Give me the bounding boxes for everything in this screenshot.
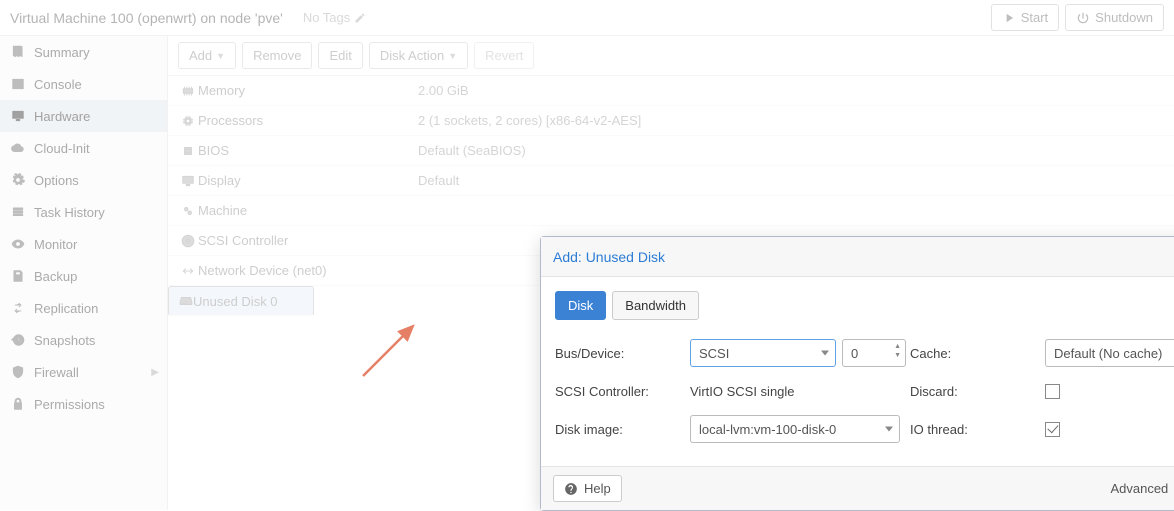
cloud-icon (10, 140, 26, 156)
shutdown-button[interactable]: Shutdown (1065, 4, 1164, 31)
help-label: Help (584, 481, 611, 496)
sidebar-item-replication[interactable]: Replication (0, 292, 167, 324)
discard-label: Discard: (910, 384, 1045, 399)
sidebar-item-label: Backup (34, 269, 77, 284)
eye-icon (10, 236, 26, 252)
iothread-label: IO thread: (910, 422, 1045, 437)
iothread-checkbox[interactable] (1045, 422, 1060, 437)
lock-icon (10, 396, 26, 412)
swap-icon (10, 300, 26, 316)
start-button[interactable]: Start (991, 4, 1059, 31)
sidebar-item-console[interactable]: Console (0, 68, 167, 100)
sidebar-item-label: Snapshots (34, 333, 95, 348)
cache-label: Cache: (910, 346, 1045, 361)
sidebar-item-hardware[interactable]: Hardware (0, 100, 167, 132)
sidebar-item-summary[interactable]: Summary (0, 36, 167, 68)
page-title: Virtual Machine 100 (openwrt) on node 'p… (10, 10, 283, 26)
no-tags-text: No Tags (303, 10, 350, 25)
advanced-label: Advanced (1110, 481, 1168, 496)
discard-checkbox[interactable] (1045, 384, 1060, 399)
shield-icon (10, 364, 26, 380)
sidebar-item-label: Cloud-Init (34, 141, 90, 156)
monitor-icon (10, 108, 26, 124)
sidebar-item-options[interactable]: Options (0, 164, 167, 196)
scsi-controller-value: VirtIO SCSI single (690, 384, 910, 399)
sidebar-item-label: Console (34, 77, 82, 92)
list-icon (10, 204, 26, 220)
sidebar-item-label: Summary (34, 45, 90, 60)
disk-image-select[interactable]: local-lvm:vm-100-disk-0 (690, 415, 900, 443)
save-icon (10, 268, 26, 284)
sidebar-item-cloud-init[interactable]: Cloud-Init (0, 132, 167, 164)
tab-bandwidth[interactable]: Bandwidth (612, 291, 699, 320)
help-icon (564, 482, 578, 496)
book-icon (10, 44, 26, 60)
sidebar-item-task-history[interactable]: Task History (0, 196, 167, 228)
shutdown-label: Shutdown (1095, 10, 1153, 25)
help-button[interactable]: Help (553, 475, 622, 502)
pencil-icon (354, 12, 366, 24)
history-icon (10, 332, 26, 348)
start-label: Start (1021, 10, 1048, 25)
sidebar-item-monitor[interactable]: Monitor (0, 228, 167, 260)
sidebar: Summary Console Hardware Cloud-Init Options T… (0, 36, 168, 510)
gear-icon (10, 172, 26, 188)
sidebar-item-label: Permissions (34, 397, 105, 412)
cache-select[interactable]: Default (No cache) (1045, 339, 1174, 367)
terminal-icon (10, 76, 26, 92)
disk-image-label: Disk image: (555, 422, 690, 437)
sidebar-item-label: Options (34, 173, 79, 188)
bus-select[interactable]: SCSI (690, 339, 836, 367)
scsi-controller-label: SCSI Controller: (555, 384, 690, 399)
sidebar-item-label: Firewall (34, 365, 79, 380)
sidebar-item-label: Replication (34, 301, 98, 316)
sidebar-item-label: Hardware (34, 109, 90, 124)
sidebar-item-label: Monitor (34, 237, 77, 252)
sidebar-item-snapshots[interactable]: Snapshots (0, 324, 167, 356)
bus-device-label: Bus/Device: (555, 346, 690, 361)
sidebar-item-permissions[interactable]: Permissions (0, 388, 167, 420)
sidebar-item-backup[interactable]: Backup (0, 260, 167, 292)
chevron-right-icon: ▶ (151, 367, 159, 378)
tab-disk[interactable]: Disk (555, 291, 606, 320)
sidebar-item-label: Task History (34, 205, 105, 220)
device-number-input[interactable]: 0▲▼ (842, 339, 906, 367)
dialog-title: Add: Unused Disk (553, 249, 665, 265)
add-unused-disk-dialog: Add: Unused Disk Disk Bandwidth Bus/Devi… (540, 236, 1174, 511)
play-icon (1002, 11, 1016, 25)
tags-area[interactable]: No Tags (303, 10, 366, 25)
advanced-toggle[interactable]: Advanced (1110, 481, 1174, 496)
sidebar-item-firewall[interactable]: Firewall ▶ (0, 356, 167, 388)
power-icon (1076, 11, 1090, 25)
